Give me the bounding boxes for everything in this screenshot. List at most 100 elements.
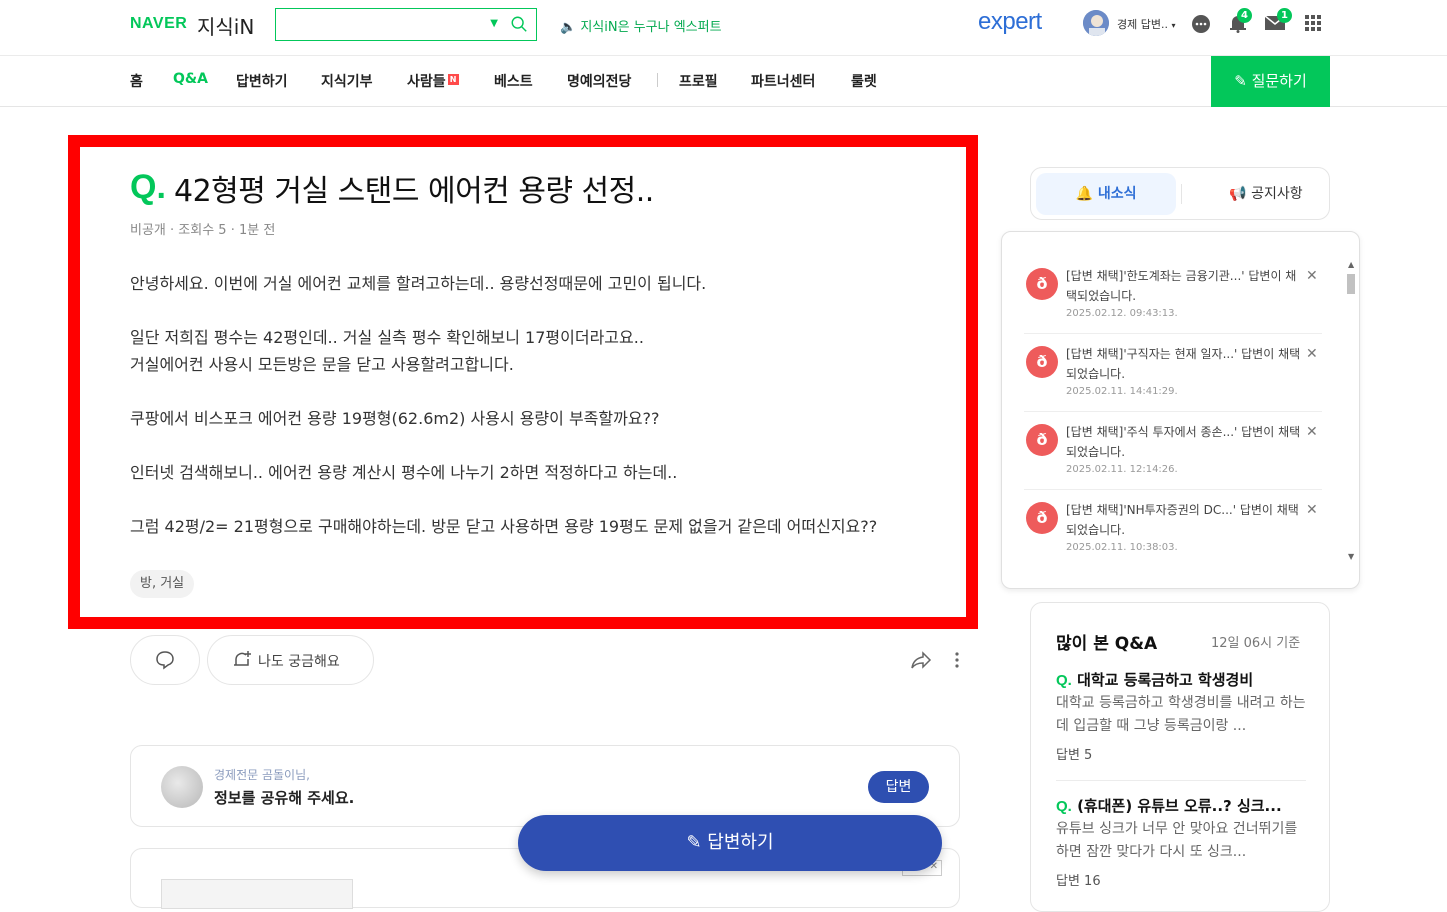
nav-item-roulette[interactable]: 룰렛 xyxy=(851,71,877,91)
popular-time: 12일 06시 기준 xyxy=(1211,636,1301,651)
scroll-up-icon[interactable]: ▲ xyxy=(1348,260,1354,269)
scroll-down-icon[interactable]: ▼ xyxy=(1348,552,1354,561)
avatar[interactable] xyxy=(1083,10,1109,36)
answer-count: 답변 5 xyxy=(1056,748,1093,763)
popular-question-title: (휴대폰) 유튜브 오류..? 싱크... xyxy=(1077,797,1282,815)
notification-item[interactable]: ð [답변 채택]'NH투자증권의 DC...' 답변이 채택되었습니다. 20… xyxy=(1024,490,1322,568)
nav-divider xyxy=(657,73,658,87)
new-badge: N xyxy=(447,74,459,85)
app-grid-icon[interactable] xyxy=(1305,15,1321,31)
more-icon[interactable] xyxy=(953,650,961,670)
popular-title: 많이 본 Q&A xyxy=(1056,634,1158,654)
notification-item[interactable]: ð [답변 채택]'주식 투자에서 종손...' 답변이 채택되었습니다. 20… xyxy=(1024,412,1322,490)
close-icon[interactable]: ✕ xyxy=(1306,346,1318,362)
popular-qna: 많이 본 Q&A 12일 06시 기준 Q. 대학교 등록금하고 학생경비 대학… xyxy=(1030,602,1330,912)
question-mark: Q. xyxy=(130,168,166,206)
search-icon[interactable] xyxy=(510,15,528,33)
news-tabs: 🔔 내소식 📢 공지사항 xyxy=(1030,167,1330,220)
question-body: 안녕하세요. 이번에 거실 에어컨 교체를 할려고하는데.. 용량선정때문에 고… xyxy=(130,270,960,540)
speaker-icon: 🔈 xyxy=(560,20,577,35)
question-body-line xyxy=(130,486,960,513)
comment-button[interactable] xyxy=(130,635,200,685)
caret-down-icon[interactable]: ▼ xyxy=(490,18,498,29)
question-body-line xyxy=(130,432,960,459)
search-input[interactable]: ▼ xyxy=(275,8,537,41)
notification-item[interactable]: ð [답변 채택]'한도계좌는 금융기관...' 답변이 채택되었습니다. 20… xyxy=(1024,256,1322,334)
adopted-icon: ð xyxy=(1026,346,1058,378)
close-icon[interactable]: ✕ xyxy=(1306,424,1318,440)
adopted-icon: ð xyxy=(1026,424,1058,456)
question-mark: Q. xyxy=(1056,672,1072,689)
question-body-line: 그럼 42평/2= 21평형으로 구매해야하는데. 방문 닫고 사용하면 용량 … xyxy=(130,517,878,536)
kin-logo[interactable]: 지식iN xyxy=(197,11,254,40)
notification-text: [답변 채택]'NH투자증권의 DC...' 답변이 채택되었습니다. xyxy=(1066,503,1299,537)
nav-item-best[interactable]: 베스트 xyxy=(494,71,533,91)
answer-button[interactable]: 답변 xyxy=(868,771,929,803)
question-body-line: 쿠팡에서 비스포크 에어컨 용량 19평형(62.6m2) 사용시 용량이 부족… xyxy=(130,409,660,428)
nav-item-hall-of-fame[interactable]: 명예의전당 xyxy=(567,71,631,91)
ask-question-button[interactable]: ✎ 질문하기 xyxy=(1211,56,1330,107)
curious-label: 나도 궁금해요 xyxy=(258,654,340,670)
question-body-line xyxy=(130,297,960,324)
prompt-subtitle: 경제전문 곰돌이님, xyxy=(214,768,310,782)
pen-icon: ✎ xyxy=(686,832,702,853)
tab-my-news-label: 내소식 xyxy=(1097,186,1137,202)
tab-notice-label: 공지사항 xyxy=(1251,186,1303,202)
floating-answer-label: 답변하기 xyxy=(707,832,774,853)
scrollbar[interactable] xyxy=(1347,274,1355,294)
prompt-message: 정보를 공유해 주세요. xyxy=(214,789,355,807)
question-title: 42형평 거실 스탠드 에어컨 용량 선정.. xyxy=(174,174,654,209)
adopted-icon: ð xyxy=(1026,502,1058,534)
bell-icon: 🔔 xyxy=(1075,186,1093,202)
popular-question-desc: 대학교 등록금하고 학생경비를 내려고 하는데 입금할 때 그냥 등록금이랑 .… xyxy=(1056,695,1306,734)
mail-count-badge: 1 xyxy=(1277,8,1292,23)
user-name: 경제 답변.. xyxy=(1117,18,1168,31)
question-meta: 비공개 · 조회수 5 · 1분 전 xyxy=(130,223,276,238)
notification-time: 2025.02.11. 14:41:29. xyxy=(1066,386,1178,397)
popular-question-link[interactable]: Q. (휴대폰) 유튜브 오류..? 싱크... xyxy=(1056,795,1306,816)
tab-notice[interactable]: 📢 공지사항 xyxy=(1211,173,1321,215)
pencil-icon: ✎ xyxy=(1234,72,1247,90)
tab-my-news[interactable]: 🔔 내소식 xyxy=(1036,173,1176,215)
top-header: NAVER 지식iN ▼ 🔈 지식iN은 누구나 엑스퍼트 expert 경제 … xyxy=(0,0,1447,56)
nav-item-people-label: 사람들 xyxy=(407,74,446,90)
notification-item[interactable]: ð [답변 채택]'구직자는 현재 일자...' 답변이 채택되었습니다. 20… xyxy=(1024,334,1322,412)
adopted-icon: ð xyxy=(1026,268,1058,300)
naver-logo[interactable]: NAVER xyxy=(130,15,187,33)
user-menu[interactable]: 경제 답변.. ▾ xyxy=(1117,16,1176,32)
notification-time: 2025.02.12. 09:43:13. xyxy=(1066,308,1178,319)
chat-icon[interactable] xyxy=(1191,14,1211,34)
ad-thumbnail xyxy=(161,879,353,909)
floating-answer-button[interactable]: ✎ 답변하기 xyxy=(518,815,942,871)
bell-plus-icon xyxy=(234,651,251,666)
nav-item-answer[interactable]: 답변하기 xyxy=(236,71,288,91)
nav-item-donate[interactable]: 지식기부 xyxy=(321,71,373,91)
close-icon[interactable]: ✕ xyxy=(1306,268,1318,284)
expert-promo-link[interactable]: 🔈 지식iN은 누구나 엑스퍼트 xyxy=(560,16,722,35)
notification-text: [답변 채택]'구직자는 현재 일자...' 답변이 채택되었습니다. xyxy=(1066,347,1301,381)
chevron-down-icon: ▾ xyxy=(1171,21,1176,30)
nav-item-partner[interactable]: 파트너센터 xyxy=(751,71,815,91)
nav-item-home[interactable]: 홈 xyxy=(130,71,143,91)
close-icon[interactable]: ✕ xyxy=(1306,502,1318,518)
ask-question-label: 질문하기 xyxy=(1251,72,1307,90)
curious-button[interactable]: 나도 궁금해요 xyxy=(207,635,374,685)
promo-text: 지식iN은 누구나 엑스퍼트 xyxy=(580,20,722,35)
main-nav: 홈 Q&A 답변하기 지식기부 사람들 N 베스트 명예의전당 프로필 파트너센터… xyxy=(0,56,1447,107)
divider xyxy=(1056,780,1306,781)
notification-panel: ð [답변 채택]'한도계좌는 금융기관...' 답변이 채택되었습니다. 20… xyxy=(1001,231,1360,589)
expert-logo[interactable]: expert xyxy=(978,8,1042,36)
notification-text: [답변 채택]'한도계좌는 금융기관...' 답변이 채택되었습니다. xyxy=(1066,269,1297,303)
nav-item-people[interactable]: 사람들 N xyxy=(407,71,459,91)
notification-text: [답변 채택]'주식 투자에서 종손...' 답변이 채택되었습니다. xyxy=(1066,425,1301,459)
nav-item-qna[interactable]: Q&A xyxy=(173,71,208,87)
question-body-line: 거실에어컨 사용시 모든방은 문을 닫고 사용할려고합니다. xyxy=(130,355,514,374)
nav-item-profile[interactable]: 프로필 xyxy=(679,71,718,91)
answer-count: 답변 16 xyxy=(1056,874,1101,889)
question-body-line: 안녕하세요. 이번에 거실 에어컨 교체를 할려고하는데.. 용량선정때문에 고… xyxy=(130,274,707,293)
question-tag[interactable]: 방, 거실 xyxy=(130,570,195,598)
share-icon[interactable] xyxy=(910,650,932,670)
avatar xyxy=(161,766,203,808)
popular-question-link[interactable]: Q. 대학교 등록금하고 학생경비 xyxy=(1056,669,1306,690)
popular-question-desc: 유튜브 싱크가 너무 안 맞아요 건너뛰기를 하면 잠깐 맞다가 다시 또 싱크… xyxy=(1056,821,1298,860)
